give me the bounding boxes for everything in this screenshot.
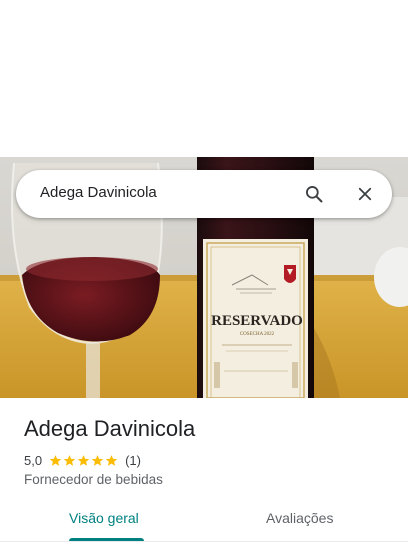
star-icon — [63, 454, 76, 466]
tab-reviews[interactable]: Avaliações — [266, 510, 333, 526]
rating-row[interactable]: 5,0 (1) — [24, 451, 141, 469]
rating-value: 5,0 — [24, 452, 43, 468]
close-icon — [358, 187, 372, 201]
review-count[interactable]: (1) — [125, 453, 141, 468]
clear-search-button[interactable] — [353, 182, 377, 206]
tab-divider — [0, 541, 408, 542]
star-icon — [77, 454, 90, 466]
star-icon — [91, 454, 104, 466]
place-category[interactable]: Fornecedor de bebidas — [24, 472, 163, 487]
rating-stars — [49, 454, 119, 467]
bottle-label-subtitle: COSECHA 2022 — [240, 332, 275, 337]
search-input[interactable]: Adega Davinicola — [40, 184, 157, 201]
search-button[interactable] — [302, 182, 326, 206]
place-name: Adega Davinicola — [24, 416, 196, 441]
star-icon — [49, 454, 62, 466]
search-icon — [306, 186, 323, 203]
search-bar[interactable]: Adega Davinicola — [16, 170, 392, 218]
star-icon — [105, 454, 118, 466]
bottle-label-title: RESERVADO — [211, 313, 303, 329]
tab-overview[interactable]: Visão geral — [69, 510, 139, 526]
